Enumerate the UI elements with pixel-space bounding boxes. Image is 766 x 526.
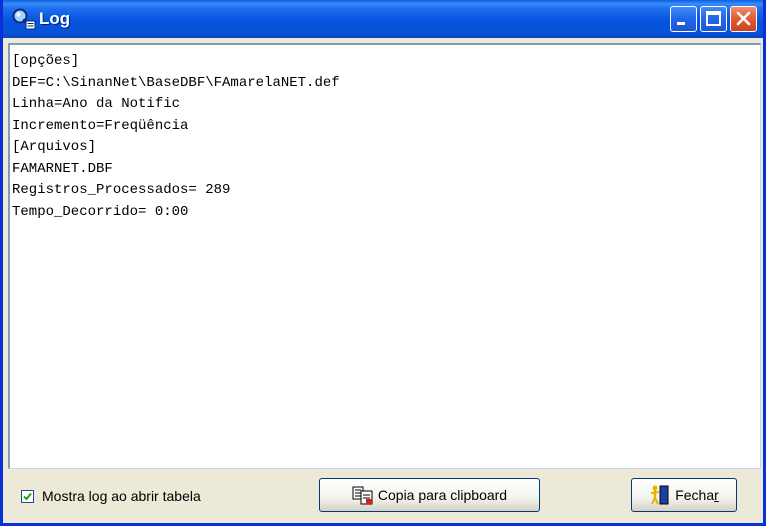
- log-window: Log [opções] DEF=C:\SinanNet\BaseDBF\FAm…: [0, 0, 766, 526]
- log-line: [Arquivos]: [12, 139, 97, 155]
- checkmark-icon: [23, 492, 32, 500]
- close-icon: [736, 11, 751, 26]
- log-line: DEF=C:\SinanNet\BaseDBF\FAmarelaNET.def: [12, 74, 340, 91]
- copy-to-clipboard-button[interactable]: Copia para clipboard: [319, 478, 540, 512]
- log-line: FAMARNET.DBF: [12, 160, 113, 177]
- log-line: Tempo_Decorrido= 0:00: [12, 203, 189, 220]
- minimize-button[interactable]: [670, 6, 697, 32]
- log-line: Linha=Ano da Notific: [12, 96, 181, 112]
- close-button-accelerator: r: [714, 487, 719, 503]
- show-log-checkbox-row[interactable]: Mostra log ao abrir tabela: [21, 488, 201, 504]
- close-window-button[interactable]: [730, 6, 757, 32]
- show-log-checkbox[interactable]: [21, 489, 34, 503]
- maximize-icon: [706, 11, 721, 26]
- show-log-checkbox-label[interactable]: Mostra log ao abrir tabela: [42, 488, 201, 504]
- copy-button-label: Copia para clipboard: [377, 487, 508, 503]
- maximize-button[interactable]: [700, 6, 727, 32]
- footer-bar: Mostra log ao abrir tabela Copia para cl…: [3, 472, 763, 523]
- minimize-icon: [677, 22, 685, 25]
- close-button[interactable]: Fechar: [631, 478, 737, 512]
- search-icon: [12, 8, 36, 30]
- door-exit-icon: [651, 485, 669, 505]
- title-bar[interactable]: Log: [3, 0, 763, 38]
- close-button-label: Fechar: [675, 487, 719, 503]
- log-textarea[interactable]: [opções] DEF=C:\SinanNet\BaseDBF\FAmarel…: [8, 43, 761, 469]
- log-line: [opções]: [12, 53, 80, 69]
- clipboard-copy-icon: [352, 486, 373, 505]
- log-line: Incremento=Freqüência: [12, 117, 189, 134]
- window-title: Log: [39, 9, 71, 28]
- log-line: Registros_Processados= 289: [12, 182, 231, 198]
